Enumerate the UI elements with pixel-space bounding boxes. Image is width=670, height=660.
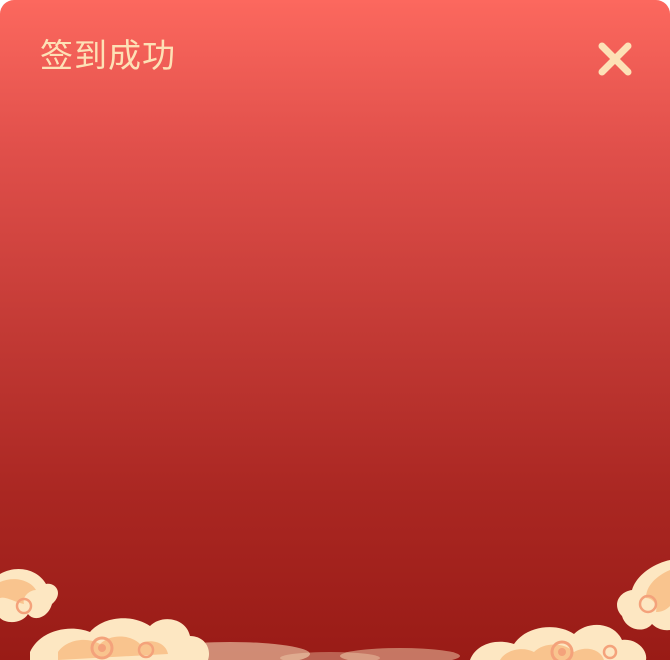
close-icon xyxy=(598,42,632,76)
close-button[interactable] xyxy=(594,38,636,80)
auspicious-cloud-icon xyxy=(0,560,670,660)
dialog-title: 签到成功 xyxy=(40,36,176,75)
checkin-success-dialog: 签到成功 xyxy=(0,0,670,660)
